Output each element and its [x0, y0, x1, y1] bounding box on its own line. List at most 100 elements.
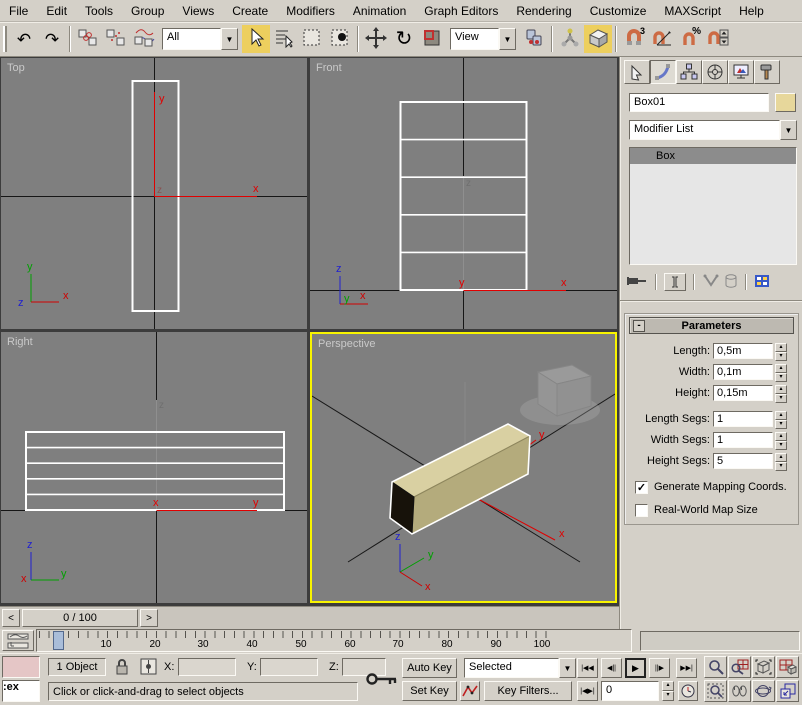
- menu-graph-editors[interactable]: Graph Editors: [415, 1, 507, 21]
- redo-button[interactable]: ↷: [38, 25, 66, 53]
- maxscript-listener-pane[interactable]: :ex: [2, 680, 40, 702]
- spinner-snap-toggle-button[interactable]: [704, 25, 732, 53]
- menu-create[interactable]: Create: [223, 1, 277, 21]
- reference-coordinate-dropdown[interactable]: View ▼: [450, 28, 516, 50]
- next-frame-button[interactable]: ||▶: [649, 658, 670, 678]
- spinner-down-icon[interactable]: ▾: [662, 691, 674, 701]
- tab-utilities[interactable]: [754, 60, 780, 84]
- time-slider-next-button[interactable]: >: [140, 609, 158, 627]
- object-name-field[interactable]: Box01: [629, 93, 769, 112]
- window-crossing-button[interactable]: [326, 25, 354, 53]
- make-unique-button[interactable]: [702, 273, 720, 292]
- show-end-result-button[interactable]: [664, 273, 686, 291]
- track-bar-ruler[interactable]: 0 10 20 30 40 50 60 70 80 90 100: [36, 629, 632, 652]
- tab-hierarchy[interactable]: [676, 60, 702, 84]
- length-segs-field[interactable]: 1: [713, 411, 773, 427]
- key-filters-button[interactable]: Key Filters...: [484, 681, 572, 701]
- remove-modifier-button[interactable]: [724, 273, 738, 292]
- current-frame-marker[interactable]: [53, 631, 64, 650]
- maximize-viewport-toggle[interactable]: [776, 680, 799, 702]
- open-mini-curve-editor-button[interactable]: [2, 630, 34, 651]
- menu-customize[interactable]: Customize: [581, 1, 656, 21]
- percent-snap-toggle-button[interactable]: %: [676, 25, 704, 53]
- modifier-stack-list[interactable]: Box: [629, 147, 797, 265]
- height-spinner[interactable]: ▴▾: [775, 385, 787, 401]
- viewport-perspective-label[interactable]: Perspective: [318, 338, 375, 350]
- height-segs-field[interactable]: 5: [713, 453, 773, 469]
- select-and-link-button[interactable]: [74, 25, 102, 53]
- goto-start-button[interactable]: |◀◀: [577, 658, 598, 678]
- height-field[interactable]: 0,15m: [713, 385, 773, 401]
- spinner-up-icon[interactable]: ▴: [662, 681, 674, 691]
- select-and-move-button[interactable]: [362, 25, 390, 53]
- viewport-right[interactable]: x y z z x y Right: [1, 332, 307, 603]
- time-slider-prev-button[interactable]: <: [2, 609, 20, 627]
- x-coordinate-field[interactable]: [178, 658, 236, 676]
- menu-help[interactable]: Help: [730, 1, 773, 21]
- goto-end-button[interactable]: ▶▶|: [676, 658, 697, 678]
- bind-to-space-warp-button[interactable]: [130, 25, 158, 53]
- zoom-region-button[interactable]: [704, 680, 727, 702]
- menu-edit[interactable]: Edit: [37, 1, 76, 21]
- zoom-extents-button[interactable]: [752, 656, 775, 678]
- viewport-right-label[interactable]: Right: [7, 336, 33, 348]
- tab-modify[interactable]: [650, 60, 676, 84]
- current-frame-field[interactable]: 0: [601, 681, 659, 701]
- select-and-scale-button[interactable]: [418, 25, 446, 53]
- menu-maxscript[interactable]: MAXScript: [655, 1, 730, 21]
- menu-animation[interactable]: Animation: [344, 1, 415, 21]
- length-segs-spinner[interactable]: ▴▾: [775, 411, 787, 427]
- tab-display[interactable]: [728, 60, 754, 84]
- collapse-icon[interactable]: -: [633, 320, 645, 332]
- parameters-rollout-header[interactable]: - Parameters: [629, 317, 794, 334]
- height-segs-spinner[interactable]: ▴▾: [775, 453, 787, 469]
- arc-rotate-button[interactable]: [752, 680, 775, 702]
- menu-rendering[interactable]: Rendering: [507, 1, 580, 21]
- time-slider-track[interactable]: < 0 / 100 >: [0, 606, 619, 629]
- length-field[interactable]: 0,5m: [713, 343, 773, 359]
- zoom-button[interactable]: [704, 656, 727, 678]
- snaps-toggle-button[interactable]: 3: [620, 25, 648, 53]
- generate-mapping-checkbox[interactable]: ✓: [635, 481, 648, 494]
- set-keys-button[interactable]: [365, 668, 399, 693]
- zoom-extents-all-button[interactable]: [776, 656, 799, 678]
- tab-create[interactable]: [624, 60, 650, 84]
- set-key-button[interactable]: Set Key: [402, 681, 457, 701]
- use-pivot-point-center-button[interactable]: [520, 25, 548, 53]
- modifier-list-dropdown[interactable]: Modifier List ▼: [629, 120, 797, 140]
- maxscript-macro-recorder-pane[interactable]: [2, 656, 40, 678]
- frame-spinner[interactable]: ▴ ▾: [662, 681, 674, 701]
- zoom-all-button[interactable]: [728, 656, 751, 678]
- viewport-top[interactable]: y x z y x z Top: [1, 58, 307, 329]
- menu-views[interactable]: Views: [173, 1, 223, 21]
- select-and-manipulate-button[interactable]: [556, 25, 584, 53]
- keyboard-shortcut-override-toggle[interactable]: [584, 25, 612, 53]
- select-and-rotate-button[interactable]: ↻: [390, 25, 418, 53]
- undo-button[interactable]: ↶: [10, 25, 38, 53]
- viewport-front[interactable]: y x z z y x Front: [310, 58, 617, 329]
- viewport-front-label[interactable]: Front: [316, 62, 342, 74]
- width-field[interactable]: 0,1m: [713, 364, 773, 380]
- key-mode-dropdown[interactable]: Selected ▼: [464, 658, 576, 678]
- dropdown-arrow-icon[interactable]: ▼: [559, 658, 576, 678]
- dropdown-arrow-icon[interactable]: ▼: [780, 120, 797, 140]
- viewport-top-label[interactable]: Top: [7, 62, 25, 74]
- absolute-offset-toggle[interactable]: [140, 658, 158, 679]
- selection-lock-toggle[interactable]: [114, 658, 130, 679]
- configure-modifier-sets-button[interactable]: [754, 273, 772, 292]
- unlink-selection-button[interactable]: [102, 25, 130, 53]
- pan-view-button[interactable]: [728, 680, 751, 702]
- width-segs-field[interactable]: 1: [713, 432, 773, 448]
- tab-motion[interactable]: [702, 60, 728, 84]
- menu-file[interactable]: File: [0, 1, 37, 21]
- y-coordinate-field[interactable]: [260, 658, 318, 676]
- toolbar-grip[interactable]: [3, 26, 7, 52]
- previous-frame-button[interactable]: ◀||: [601, 658, 622, 678]
- key-mode-toggle-button[interactable]: |◀▶|: [577, 681, 598, 701]
- object-color-swatch[interactable]: [775, 93, 796, 112]
- pin-stack-button[interactable]: [626, 273, 648, 292]
- viewport-perspective[interactable]: x y z y x Perspective: [310, 332, 617, 603]
- auto-key-button[interactable]: Auto Key: [402, 658, 457, 678]
- menu-modifiers[interactable]: Modifiers: [277, 1, 344, 21]
- select-object-button[interactable]: [242, 25, 270, 53]
